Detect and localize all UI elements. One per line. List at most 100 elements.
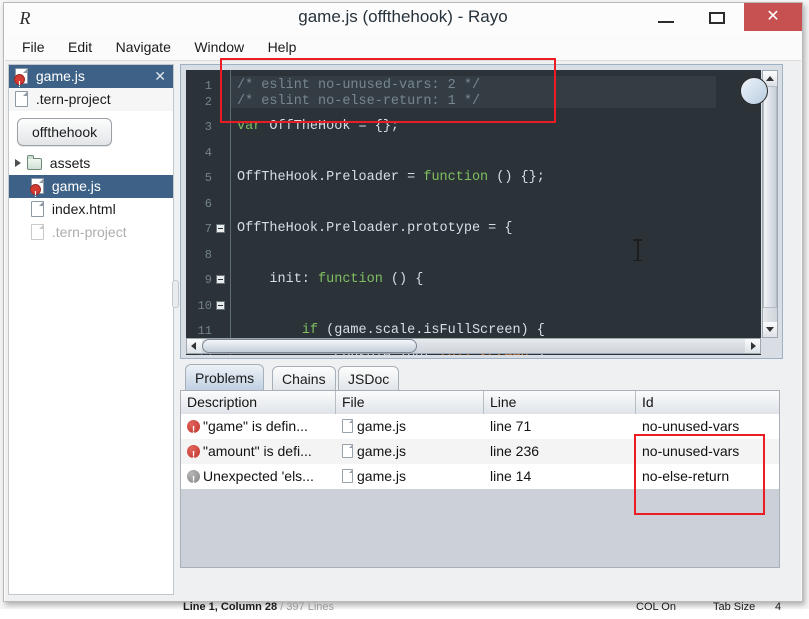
js-file-error-icon [14, 68, 28, 96]
column-header-file[interactable]: File [336, 391, 484, 414]
line-number: 10 [197, 299, 212, 313]
tree-item-index-html[interactable]: index.html [9, 198, 173, 221]
code-line: if (game.scale.isFullScreen) { [301, 323, 545, 338]
total-lines-value: / 397 Lines [280, 601, 335, 613]
close-file-icon[interactable]: ✕ [154, 65, 166, 88]
table-empty-area [181, 489, 779, 567]
column-header-id[interactable]: Id [636, 391, 779, 414]
cell-id: no-unused-vars [642, 443, 740, 459]
code-lines: /* eslint no-unused-vars: 2 */ /* eslint… [231, 70, 761, 356]
editor-horizontal-scrollbar[interactable] [186, 338, 761, 354]
line-number: 9 [204, 273, 212, 287]
file-icon [31, 201, 44, 217]
code-line: OffTheHook.Preloader = function () {}; [237, 170, 545, 185]
js-file-error-icon [30, 178, 44, 206]
tree-item-tern-project[interactable]: .tern-project [9, 221, 173, 244]
close-icon: ✕ [766, 8, 780, 25]
table-row[interactable]: "game" is defin... game.js line 71 no-un… [181, 414, 779, 439]
cell-line: line 14 [490, 468, 532, 484]
cell-description: Unexpected 'els... [181, 464, 336, 489]
file-icon [342, 444, 353, 458]
menu-item-help[interactable]: Help [261, 35, 304, 59]
tab-jsdoc[interactable]: JSDoc [338, 366, 400, 390]
close-button[interactable]: ✕ [744, 3, 802, 31]
cursor-position: Line 1, Column 28 / 397 Lines [183, 601, 334, 613]
cursor-position-value: Line 1, Column 28 [183, 601, 278, 613]
file-icon [342, 469, 353, 483]
line-number: 4 [204, 146, 212, 160]
scroll-right-icon[interactable] [745, 339, 760, 353]
folder-icon [26, 155, 42, 170]
tree-item-game-js[interactable]: game.js [9, 175, 173, 206]
tab-chains[interactable]: Chains [272, 366, 336, 390]
cell-id: no-unused-vars [642, 418, 740, 434]
fold-toggle-icon[interactable] [216, 301, 225, 310]
line-number: 2 [204, 95, 212, 109]
window-controls: ✕ [643, 3, 802, 33]
cell-id: no-else-return [642, 468, 730, 484]
tree-item-label: game.js [51, 178, 101, 194]
line-number: 6 [204, 197, 212, 211]
warning-icon [187, 468, 200, 489]
menu-item-edit[interactable]: Edit [61, 35, 99, 59]
tree-item-label: .tern-project [51, 224, 127, 240]
tab-problems[interactable]: Problems [185, 364, 265, 390]
line-number: 7 [204, 222, 212, 236]
horizontal-scrollbar-thumb[interactable] [202, 339, 417, 353]
open-file-game-js[interactable]: game.js ✕ [9, 65, 173, 96]
file-icon [342, 419, 353, 433]
problems-table: Description File Line Id "game" is defin… [180, 390, 780, 568]
cell-file: game.js [336, 414, 484, 439]
line-number: 3 [204, 120, 212, 134]
cell-file: game.js [336, 464, 484, 489]
file-icon [15, 91, 28, 107]
minimize-button[interactable] [643, 3, 690, 31]
table-row[interactable]: Unexpected 'els... game.js line 14 no-el… [181, 464, 779, 489]
error-icon [187, 443, 200, 464]
window-frame: R game.js (offthehook) - Rayo ✕ File Edi… [3, 2, 803, 613]
vertical-scrollbar-thumb[interactable] [763, 86, 777, 308]
code-editor[interactable]: 1 2 3 4 5 6 7 8 9 10 11 12 [186, 70, 761, 355]
open-file-label: .tern-project [35, 91, 111, 107]
tree-item-label: assets [49, 155, 91, 171]
tab-size-value[interactable]: 4 [775, 601, 781, 613]
menu-item-file[interactable]: File [15, 35, 52, 59]
text-cursor-icon [633, 239, 642, 261]
scroll-down-icon[interactable] [763, 322, 777, 337]
maximize-button[interactable] [693, 3, 740, 31]
cell-description: "amount" is defi... [181, 439, 336, 464]
line-number: 1 [204, 79, 212, 93]
table-row[interactable]: "amount" is defi... game.js line 236 no-… [181, 439, 779, 464]
line-number: 11 [197, 324, 212, 338]
code-line: init: function () { [237, 272, 424, 287]
scroll-position-bubble [740, 77, 768, 105]
column-header-line[interactable]: Line [484, 391, 636, 414]
chevron-right-icon[interactable] [15, 159, 21, 167]
code-editor-panel: 1 2 3 4 5 6 7 8 9 10 11 12 [180, 64, 783, 359]
cell-description: "game" is defin... [181, 414, 336, 439]
line-number: 5 [204, 171, 212, 185]
open-file-tern-project[interactable]: .tern-project [9, 88, 173, 111]
fold-toggle-icon[interactable] [216, 224, 225, 233]
bottom-panel: Problems Chains JSDoc Description File L… [180, 364, 783, 595]
scroll-left-icon[interactable] [187, 339, 202, 353]
code-line: OffTheHook.Preloader.prototype = { [237, 221, 513, 236]
menu-item-navigate[interactable]: Navigate [109, 35, 178, 59]
code-line: /* eslint no-unused-vars: 2 */ [237, 78, 481, 93]
file-icon [31, 224, 44, 240]
sidebar-scrollbar-thumb[interactable] [172, 280, 179, 308]
application-window: R game.js (offthehook) - Rayo ✕ File Edi… [0, 0, 809, 613]
column-mode-status[interactable]: COL On [636, 601, 676, 613]
cell-line: line 236 [490, 443, 540, 459]
workspace: game.js ✕ .tern-project offthehook asset… [5, 61, 801, 613]
fold-toggle-icon[interactable] [216, 275, 225, 284]
menu-item-window[interactable]: Window [187, 35, 251, 59]
menu-bar: File Edit Navigate Window Help [5, 35, 801, 61]
tree-item-assets[interactable]: assets [9, 152, 173, 175]
code-line: var OffTheHook = {}; [237, 119, 400, 134]
table-header-row: Description File Line Id [181, 391, 779, 414]
project-selector-button[interactable]: offthehook [17, 118, 113, 146]
editor-vertical-scrollbar[interactable] [762, 70, 778, 338]
column-header-description[interactable]: Description [181, 391, 336, 414]
minimize-icon [658, 21, 675, 23]
